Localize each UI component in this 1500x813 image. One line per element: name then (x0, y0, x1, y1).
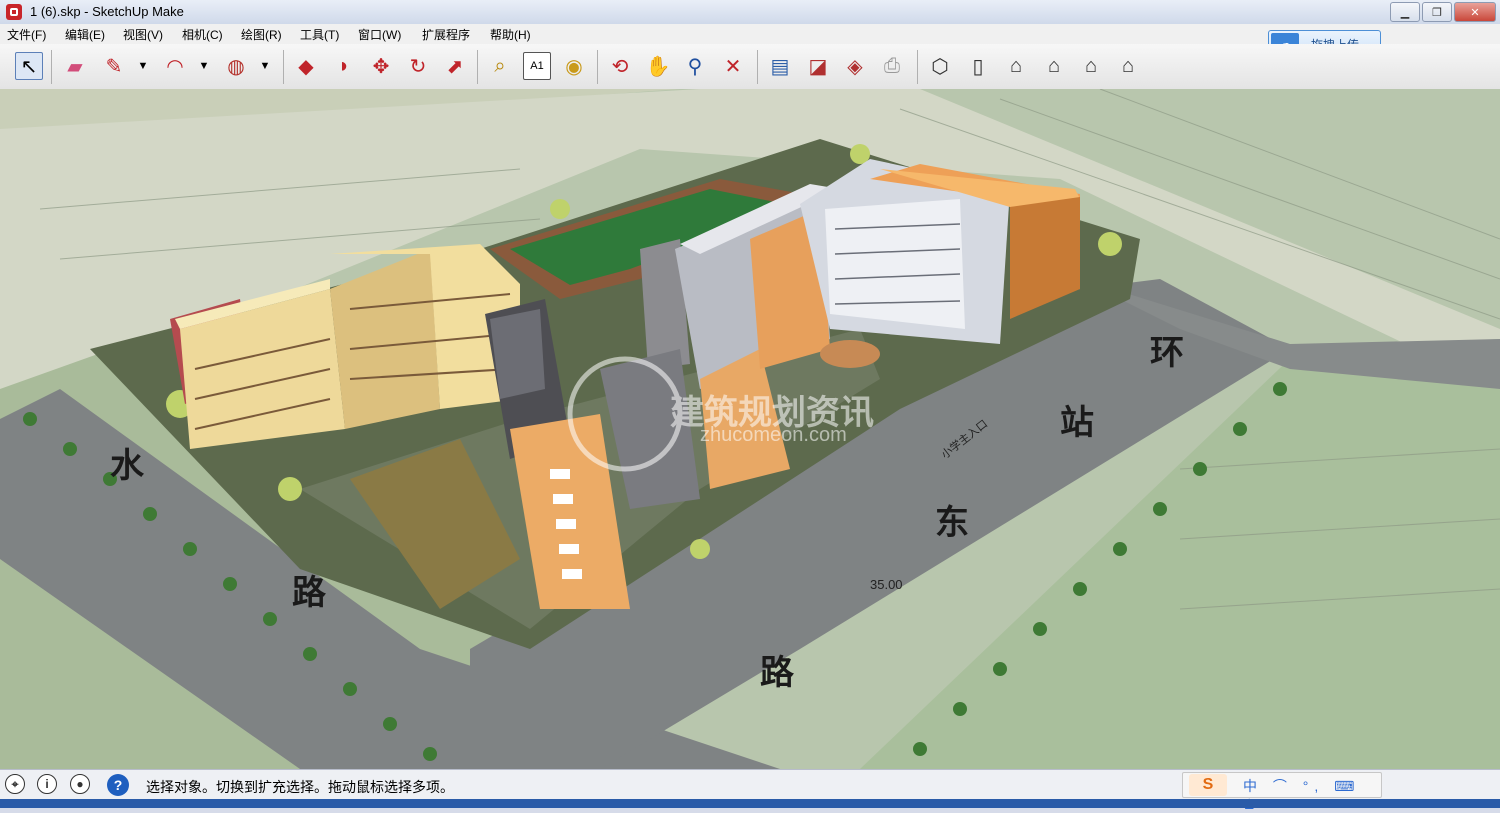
dimension-label: 35.00 (870, 577, 903, 592)
orbit-tool-icon[interactable]: ⟲ (606, 52, 634, 80)
road-label-road-1: 路 (292, 574, 327, 612)
location-icon[interactable]: ⌖ (5, 774, 25, 794)
title-bar: 1 (6).skp - SketchUp Make ▁ ❐ ✕ (0, 0, 1500, 25)
line-dropdown-icon[interactable]: ▼ (136, 52, 150, 80)
zoom-tool-icon[interactable]: ⚲ (681, 52, 709, 80)
eraser-tool-icon[interactable]: ▰ (61, 52, 89, 80)
sogou-logo-icon: S (1189, 774, 1227, 796)
menu-window[interactable]: 窗口(W) (358, 26, 401, 43)
back-view-icon[interactable]: ⌂ (1077, 52, 1105, 80)
menu-edit[interactable]: 编辑(E) (65, 26, 105, 43)
status-text: 选择对象。切换到扩充选择。拖动鼠标选择多项。 (146, 779, 454, 795)
rotate-tool-icon[interactable]: ↻ (404, 52, 432, 80)
minimize-button[interactable]: ▁ (1390, 2, 1420, 22)
zoom-extents-tool-icon[interactable]: ✕ (719, 52, 747, 80)
move-tool-icon[interactable]: ✥ (367, 52, 395, 80)
user-icon[interactable]: ● (70, 774, 90, 794)
status-bar: ⌖ i ● ? 选择对象。切换到扩充选择。拖动鼠标选择多项。 S 中 ⌒ °, … (0, 769, 1500, 812)
components-tool-icon[interactable]: ◈ (841, 52, 869, 80)
road-label-east: 东 (935, 503, 969, 542)
site-model-render: 水 路 东 站 路 环 35.00 小学主入口 建筑规划资讯 zhucomeon… (0, 89, 1500, 769)
taskbar (0, 799, 1500, 808)
previous-view-tool-icon[interactable]: ▤ (766, 52, 794, 80)
offset-tool-icon[interactable]: ◗ (330, 52, 358, 80)
menu-extensions[interactable]: 扩展程序 (422, 26, 470, 43)
sketchup-app-icon (6, 4, 22, 20)
menu-tools[interactable]: 工具(T) (300, 26, 339, 43)
road-label-water: 水 (110, 447, 145, 485)
select-tool-icon[interactable]: ↖ (15, 52, 43, 80)
main-toolbar: ↖ ▰ ✎ ▼ ◠ ▼ ◍ ▼ ◆ ◗ ✥ ↻ ⬈ ⌕ A1 ◉ ⟲ ✋ ⚲ ✕… (0, 44, 1500, 90)
left-view-icon[interactable]: ⌂ (1114, 52, 1142, 80)
shape-dropdown-icon[interactable]: ▼ (258, 52, 272, 80)
front-view-icon[interactable]: ⌂ (1002, 52, 1030, 80)
tape-measure-tool-icon[interactable]: ⌕ (486, 52, 514, 80)
window-title: 1 (6).skp - SketchUp Make (30, 4, 184, 19)
pan-tool-icon[interactable]: ✋ (644, 52, 672, 80)
info-icon[interactable]: i (37, 774, 57, 794)
maximize-button[interactable]: ❐ (1422, 2, 1452, 22)
send-to-layout-tool-icon[interactable]: ⎙ (878, 52, 906, 80)
close-button[interactable]: ✕ (1454, 2, 1496, 22)
menu-view[interactable]: 视图(V) (123, 26, 163, 43)
menu-help[interactable]: 帮助(H) (490, 26, 531, 43)
help-icon[interactable]: ? (107, 774, 129, 796)
line-tool-icon[interactable]: ✎ (100, 52, 128, 80)
menu-file[interactable]: 文件(F) (7, 26, 46, 43)
model-viewport[interactable]: 水 路 东 站 路 环 35.00 小学主入口 建筑规划资讯 zhucomeon… (0, 89, 1500, 769)
shape-tool-icon[interactable]: ◍ (222, 52, 250, 80)
arc-dropdown-icon[interactable]: ▼ (197, 52, 211, 80)
text-tool-icon[interactable]: A1 (523, 52, 551, 80)
ime-toolbar[interactable]: S 中 ⌒ °, ⌨ ♟ ✎ (1182, 772, 1382, 812)
menu-draw[interactable]: 绘图(R) (241, 26, 282, 43)
road-label-ring: 环 (1150, 334, 1184, 372)
top-view-icon[interactable]: ▯ (964, 52, 992, 80)
iso-view-icon[interactable]: ⬡ (926, 52, 954, 80)
road-label-station: 站 (1060, 404, 1094, 442)
push-pull-tool-icon[interactable]: ◆ (292, 52, 320, 80)
paint-bucket-tool-icon[interactable]: ◉ (560, 52, 588, 80)
menu-camera[interactable]: 相机(C) (182, 26, 223, 43)
road-label-road-2: 路 (760, 654, 795, 692)
arc-tool-icon[interactable]: ◠ (161, 52, 189, 80)
scale-tool-icon[interactable]: ⬈ (441, 52, 469, 80)
right-view-icon[interactable]: ⌂ (1040, 52, 1068, 80)
3d-warehouse-tool-icon[interactable]: ◪ (804, 52, 832, 80)
watermark-url: zhucomeon.com (700, 424, 847, 446)
